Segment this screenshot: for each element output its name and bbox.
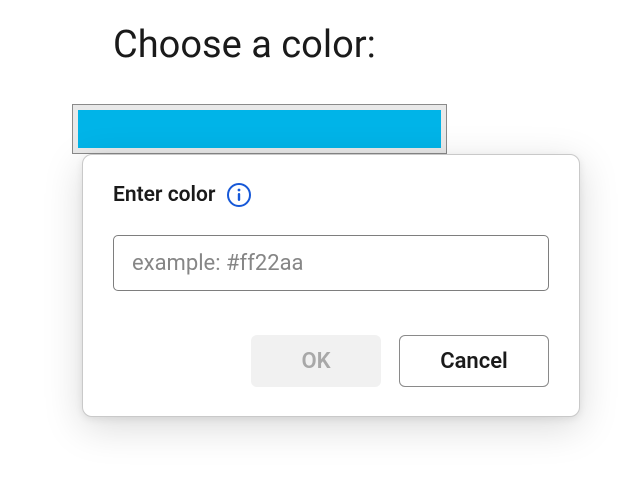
color-swatch[interactable]: [72, 104, 447, 154]
dialog-title: Enter color: [113, 183, 215, 207]
color-dialog: Enter color OK Cancel: [82, 154, 580, 417]
ok-button[interactable]: OK: [251, 335, 381, 387]
page-title: Choose a color:: [113, 23, 376, 67]
dialog-button-row: OK Cancel: [113, 335, 549, 387]
color-input[interactable]: [113, 235, 549, 291]
cancel-button[interactable]: Cancel: [399, 335, 549, 387]
color-swatch-fill: [78, 110, 441, 148]
dialog-header: Enter color: [113, 183, 549, 207]
info-icon[interactable]: [227, 183, 251, 207]
